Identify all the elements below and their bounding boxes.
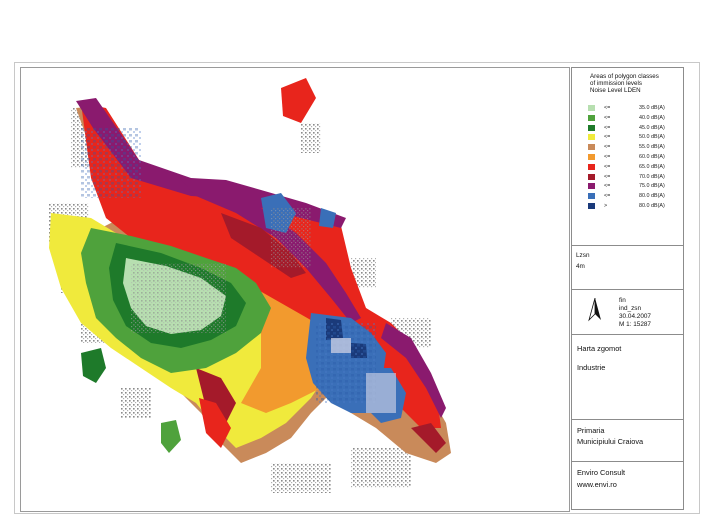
legend-value: 65.0 dB(A) xyxy=(639,163,665,170)
client-cell: Primaria Municipiului Craiova xyxy=(572,420,683,462)
legend-cell: Areas of polygon classes of immission le… xyxy=(572,68,683,246)
legend-title-line: Noise Level LDEN xyxy=(590,87,641,94)
legend-value: 50.0 dB(A) xyxy=(639,134,665,141)
legend-item: <= 55.0 dB(A) xyxy=(588,143,680,151)
legend-swatch xyxy=(588,163,595,170)
legend-operator: <= xyxy=(604,173,611,180)
legend-item: <= 60.0 dB(A) xyxy=(588,153,680,161)
legend-value: 35.0 dB(A) xyxy=(639,105,665,111)
legend-title-line: of immission levels xyxy=(590,80,642,87)
legend-swatch xyxy=(588,124,595,131)
legend-operator: <= xyxy=(604,154,611,160)
legend-swatch xyxy=(588,105,595,111)
legend-item: <= 75.0 dB(A) xyxy=(588,182,680,190)
legend-value: 80.0 dB(A) xyxy=(639,203,665,209)
legend-swatch xyxy=(588,203,595,209)
legend-operator: <= xyxy=(604,124,611,131)
map-legend-panel: Areas of polygon classes of immission le… xyxy=(571,67,684,510)
file-date: 30.04.2007 xyxy=(619,313,651,320)
legend-swatch xyxy=(588,134,595,141)
legend-item: <= 70.0 dB(A) xyxy=(588,173,680,181)
indicator-cell: Lzsn 4m xyxy=(572,246,683,290)
map-scale: M 1: 15287 xyxy=(619,321,651,328)
noise-map xyxy=(49,78,451,493)
legend-value: 55.0 dB(A) xyxy=(639,144,665,151)
legend-operator: <= xyxy=(604,144,611,151)
legend-value: 60.0 dB(A) xyxy=(639,154,665,160)
legend-swatch xyxy=(588,154,595,160)
legend-value: 40.0 dB(A) xyxy=(639,114,665,121)
legend-value: 75.0 dB(A) xyxy=(639,183,665,190)
legend-item: <= 40.0 dB(A) xyxy=(588,114,680,122)
client-line2: Municipiului Craiova xyxy=(577,437,644,446)
legend-swatch xyxy=(588,114,595,121)
north-arrow-icon xyxy=(588,298,601,322)
indicator-height: 4m xyxy=(576,263,585,270)
legend-value: 80.0 dB(A) xyxy=(639,193,665,200)
legend-swatch xyxy=(588,193,595,200)
legend-operator: <= xyxy=(604,114,611,121)
indicator-label: Lzsn xyxy=(576,252,590,259)
legend-operator: > xyxy=(604,203,608,209)
legend-item: <= 80.0 dB(A) xyxy=(588,192,680,200)
file-info-cell: fin ind_zsn 30.04.2007 M 1: 15287 xyxy=(572,290,683,335)
map-title: Harta zgomot xyxy=(577,344,622,353)
legend-swatch xyxy=(588,173,595,180)
company-web: www.envi.ro xyxy=(577,480,617,489)
map-subtitle: Industrie xyxy=(577,363,606,372)
legend-value: 70.0 dB(A) xyxy=(639,173,665,180)
legend-operator: <= xyxy=(604,134,611,141)
legend-item: <= 50.0 dB(A) xyxy=(588,133,680,141)
legend-title-line: Areas of polygon classes xyxy=(590,73,659,80)
legend-item: <= 35.0 dB(A) xyxy=(588,104,680,112)
map-title-cell: Harta zgomot Industrie xyxy=(572,335,683,420)
legend-title: Areas of polygon classes of immission le… xyxy=(590,73,659,94)
legend-operator: <= xyxy=(604,163,611,170)
file-line1: fin xyxy=(619,297,626,304)
legend-swatch xyxy=(588,183,595,190)
legend-item: <= 65.0 dB(A) xyxy=(588,163,680,171)
legend-operator: <= xyxy=(604,183,611,190)
legend-swatch xyxy=(588,144,595,151)
file-line2: ind_zsn xyxy=(619,305,642,312)
legend-operator: <= xyxy=(604,193,611,200)
company-cell: Enviro Consult www.envi.ro xyxy=(572,462,683,509)
legend-operator: <= xyxy=(604,105,611,111)
legend-item: <= 45.0 dB(A) xyxy=(588,124,680,132)
legend-item: >80.0 dB(A) xyxy=(588,202,680,210)
client-line1: Primaria xyxy=(577,426,605,435)
legend-value: 45.0 dB(A) xyxy=(639,124,665,131)
company-name: Enviro Consult xyxy=(577,468,626,477)
noise-map-frame xyxy=(20,67,570,512)
